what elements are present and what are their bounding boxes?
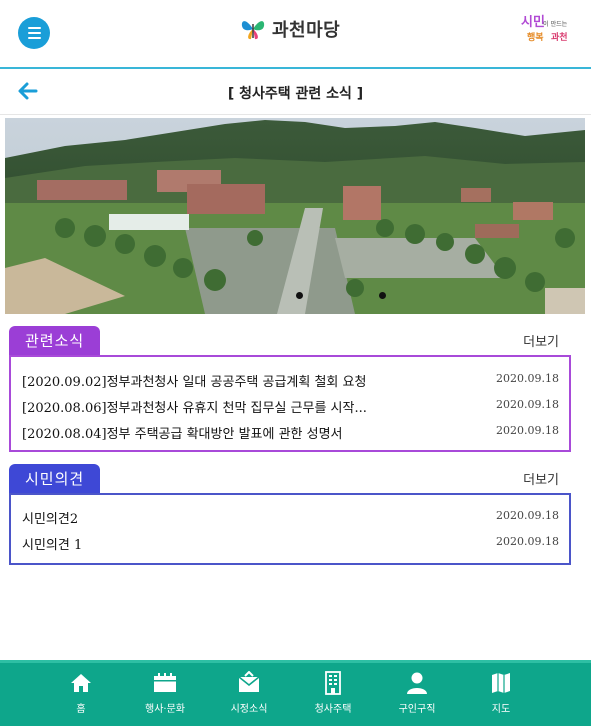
news-title[interactable]: [2020.09.02]정부과천청사 일대 공공주택 공급계획 철회 요청	[22, 371, 366, 390]
slogan-line1-small: 이 만드는	[543, 21, 568, 28]
news-title[interactable]: [2020.08.06]정부과천청사 유휴지 천막 집무실 근무를 시작...	[22, 397, 367, 416]
banner-image[interactable]	[5, 118, 585, 314]
nav-item-events[interactable]: 행사·문화	[130, 671, 200, 715]
nav-item-jobs[interactable]: 구인구직	[382, 671, 452, 715]
nav-item-city-news[interactable]: 시정소식	[214, 671, 284, 715]
banner-pagination	[296, 292, 386, 299]
list-item[interactable]: [2020.08.06]정부과천청사 유휴지 천막 집무실 근무를 시작... …	[11, 392, 569, 418]
related-news-list: [2020.09.02]정부과천청사 일대 공공주택 공급계획 철회 요청 20…	[9, 355, 571, 452]
list-item[interactable]: [2020.08.04]정부 주택공급 확대방안 발표에 관한 성명서 2020…	[11, 418, 569, 444]
related-news-tab[interactable]: 관련소식	[9, 326, 101, 356]
nav-label: 행사·문화	[145, 704, 185, 715]
nav-label: 청사주택	[314, 704, 352, 715]
app-logo[interactable]: 과천마당	[240, 16, 340, 42]
opinion-date: 2020.09.18	[496, 509, 559, 522]
person-icon	[407, 672, 427, 694]
nav-label: 구인구직	[398, 704, 436, 715]
home-icon	[71, 674, 91, 692]
citizen-opinion-tab[interactable]: 시민의견	[9, 464, 101, 494]
page-title: [ 청사주택 관련 소식 ]	[227, 86, 364, 102]
list-item[interactable]: 시민의견2 2020.09.18	[11, 503, 569, 529]
slogan-line1: 시민	[521, 15, 545, 30]
hamburger-menu-icon[interactable]	[18, 17, 50, 49]
nav-item-housing[interactable]: 청사주택	[298, 671, 368, 715]
slogan-line2: 행복	[527, 33, 544, 43]
page-subheader: [ 청사주택 관련 소식 ]	[0, 69, 591, 115]
news-date: 2020.09.18	[496, 398, 559, 411]
citizen-opinion-list: 시민의견2 2020.09.18 시민의견 1 2020.09.18	[9, 493, 571, 565]
butterfly-logo-icon	[241, 21, 265, 40]
opinion-title[interactable]: 시민의견2	[22, 508, 78, 527]
banner-dot[interactable]	[296, 292, 303, 299]
news-date: 2020.09.18	[496, 424, 559, 437]
nav-label: 지도	[491, 704, 511, 715]
building-icon	[325, 671, 341, 695]
map-icon	[492, 673, 510, 693]
mail-icon	[238, 671, 260, 692]
nav-label: 홈	[76, 704, 86, 715]
nav-item-map[interactable]: 지도	[466, 671, 536, 715]
nav-item-home[interactable]: 홈	[46, 671, 116, 715]
related-news-more-link[interactable]: 더보기	[523, 331, 559, 350]
city-slogan-logo: 시민 이 만드는 행복 과천	[521, 14, 571, 50]
calendar-icon	[154, 673, 176, 692]
opinion-date: 2020.09.18	[496, 535, 559, 548]
logo-text: 과천마당	[272, 20, 341, 41]
nav-label: 시정소식	[230, 704, 268, 715]
opinion-title[interactable]: 시민의견 1	[22, 534, 82, 553]
banner-dot[interactable]	[379, 292, 386, 299]
news-date: 2020.09.18	[496, 372, 559, 385]
news-title[interactable]: [2020.08.04]정부 주택공급 확대방안 발표에 관한 성명서	[22, 423, 343, 442]
list-item[interactable]: [2020.09.02]정부과천청사 일대 공공주택 공급계획 철회 요청 20…	[11, 366, 569, 392]
app-header: 과천마당 시민 이 만드는 행복 과천	[0, 0, 591, 69]
list-item[interactable]: 시민의견 1 2020.09.18	[11, 529, 569, 555]
bottom-navigation: 홈 행사·문화 시정소식 청사주택 구인구직 지도	[0, 660, 591, 726]
citizen-opinion-more-link[interactable]: 더보기	[523, 469, 559, 488]
slogan-line2-end: 과천	[551, 33, 568, 43]
